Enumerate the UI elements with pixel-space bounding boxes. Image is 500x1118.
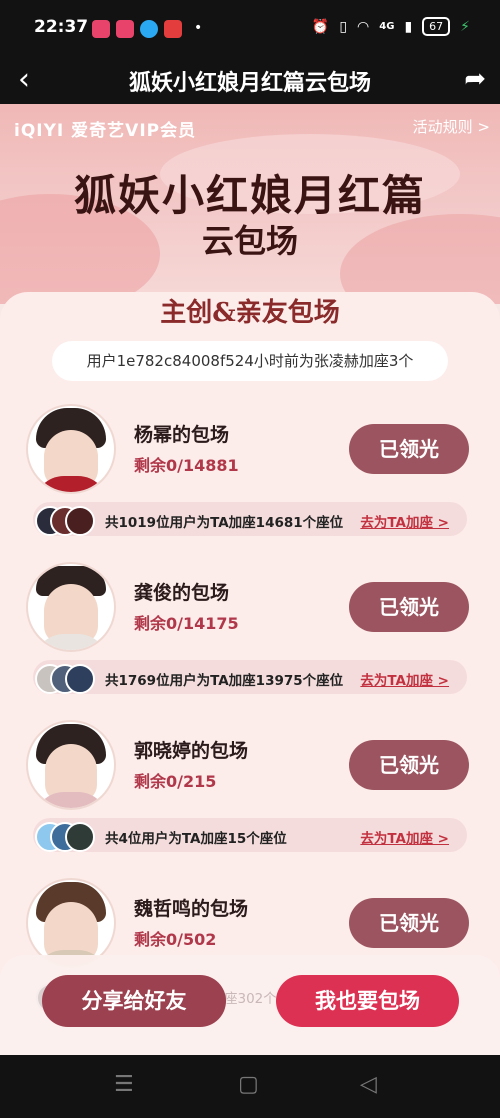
create-screening-button[interactable]: 我也要包场: [276, 975, 459, 1027]
system-navigation-bar: ☰ ▢ ◁: [0, 1055, 500, 1118]
avatar-costume: [34, 634, 108, 650]
obscured-summary-text: 座302个: [224, 991, 277, 1007]
claimed-out-button[interactable]: 已领光: [349, 898, 469, 948]
hero-banner: iQIYI 爱奇艺VIP会员 活动规则 > 狐妖小红娘月红篇 云包场: [0, 104, 500, 304]
add-seat-link[interactable]: 去为TA加座 >: [360, 827, 449, 847]
host-name: 龚俊的包场: [134, 582, 230, 604]
status-time: 22:37: [34, 17, 89, 37]
iqiyi-vip-logo: iQIYI 爱奇艺VIP会员: [14, 121, 197, 141]
avatar[interactable]: [28, 564, 114, 650]
seats-remaining: 剩余0/215: [134, 772, 217, 791]
home-square-icon[interactable]: ▢: [238, 1072, 259, 1097]
avatar-costume: [34, 792, 108, 808]
host-name: 杨幂的包场: [134, 424, 230, 446]
host-name: 郭晓婷的包场: [134, 740, 249, 762]
claimed-out-button[interactable]: 已领光: [349, 740, 469, 790]
supporter-summary[interactable]: 共1769位用户为TA加座13975个座位 去为TA加座 >: [33, 660, 467, 694]
bottom-action-bar: 座302个 分享给好友 我也要包场: [0, 955, 500, 1055]
activity-ticker: 用户1e782c84008f524小时前为张凌赫加座3个: [52, 341, 448, 381]
avatar[interactable]: [28, 722, 114, 808]
supporter-count-text: 共1019位用户为TA加座14681个座位: [105, 515, 344, 531]
seats-remaining: 剩余0/14881: [134, 456, 239, 475]
seats-remaining: 剩余0/14175: [134, 614, 239, 633]
activity-rules-link[interactable]: 活动规则 >: [413, 116, 490, 137]
avatar[interactable]: [28, 406, 114, 492]
wifi-icon: ◠: [357, 18, 370, 35]
banner-calligraphy-title: 狐妖小红娘月红篇: [73, 171, 426, 220]
supporter-summary[interactable]: 共4位用户为TA加座15个座位 去为TA加座 >: [33, 818, 467, 852]
status-bar: 22:37 • ⏰ ▯ ◠ 4G ▮ 67 ⚡: [0, 0, 500, 58]
back-triangle-icon[interactable]: ◁: [360, 1072, 377, 1097]
supporter-summary[interactable]: 共1019位用户为TA加座14681个座位 去为TA加座 >: [33, 502, 467, 536]
host-row: 杨幂的包场 剩余0/14881 已领光 共1019位用户为TA加座14681个座…: [0, 406, 500, 563]
claimed-out-button[interactable]: 已领光: [349, 582, 469, 632]
charging-icon: ⚡: [460, 18, 470, 35]
share-arrow-icon[interactable]: ➦: [464, 64, 486, 94]
avatar[interactable]: [28, 880, 114, 966]
supporter-count-text: 共1769位用户为TA加座13975个座位: [105, 673, 344, 689]
nav-bar: ‹ 狐妖小红娘月红篇云包场 ➦: [0, 58, 500, 104]
more-dot-icon: •: [194, 20, 203, 36]
supporter-count-text: 共4位用户为TA加座15个座位: [105, 831, 287, 847]
share-to-friends-button[interactable]: 分享给好友: [42, 975, 226, 1027]
status-right-group: ⏰ ▯ ◠ 4G ▮ 67 ⚡: [312, 17, 470, 36]
battery-indicator: 67: [422, 17, 451, 36]
host-name: 魏哲鸣的包场: [134, 898, 249, 920]
add-seat-link[interactable]: 去为TA加座 >: [360, 511, 449, 531]
page-title: 狐妖小红娘月红篇云包场: [128, 71, 371, 96]
news-app-icon: [164, 20, 182, 38]
alarm-icon: ⏰: [311, 18, 330, 35]
section-title: 主创&亲友包场: [160, 298, 340, 328]
host-row: 郭晓婷的包场 剩余0/215 已领光 共4位用户为TA加座15个座位 去为TA加…: [0, 722, 500, 879]
supporter-avatar: [65, 664, 95, 694]
app-notification-icon: [92, 20, 110, 38]
supporter-avatar: [65, 822, 95, 852]
claimed-out-button[interactable]: 已领光: [349, 424, 469, 474]
host-row: 龚俊的包场 剩余0/14175 已领光 共1769位用户为TA加座13975个座…: [0, 564, 500, 721]
video-app-icon: [116, 20, 134, 38]
seats-remaining: 剩余0/502: [134, 930, 217, 949]
network-label: 4G: [379, 21, 395, 32]
add-seat-link[interactable]: 去为TA加座 >: [360, 669, 449, 689]
signal-icon: ▮: [404, 18, 413, 35]
menu-lines-icon[interactable]: ☰: [114, 1072, 134, 1097]
banner-calligraphy-subtitle: 云包场: [201, 222, 298, 260]
vibrate-icon: ▯: [339, 18, 348, 35]
qq-icon: [140, 20, 158, 38]
supporter-avatar: [65, 506, 95, 536]
